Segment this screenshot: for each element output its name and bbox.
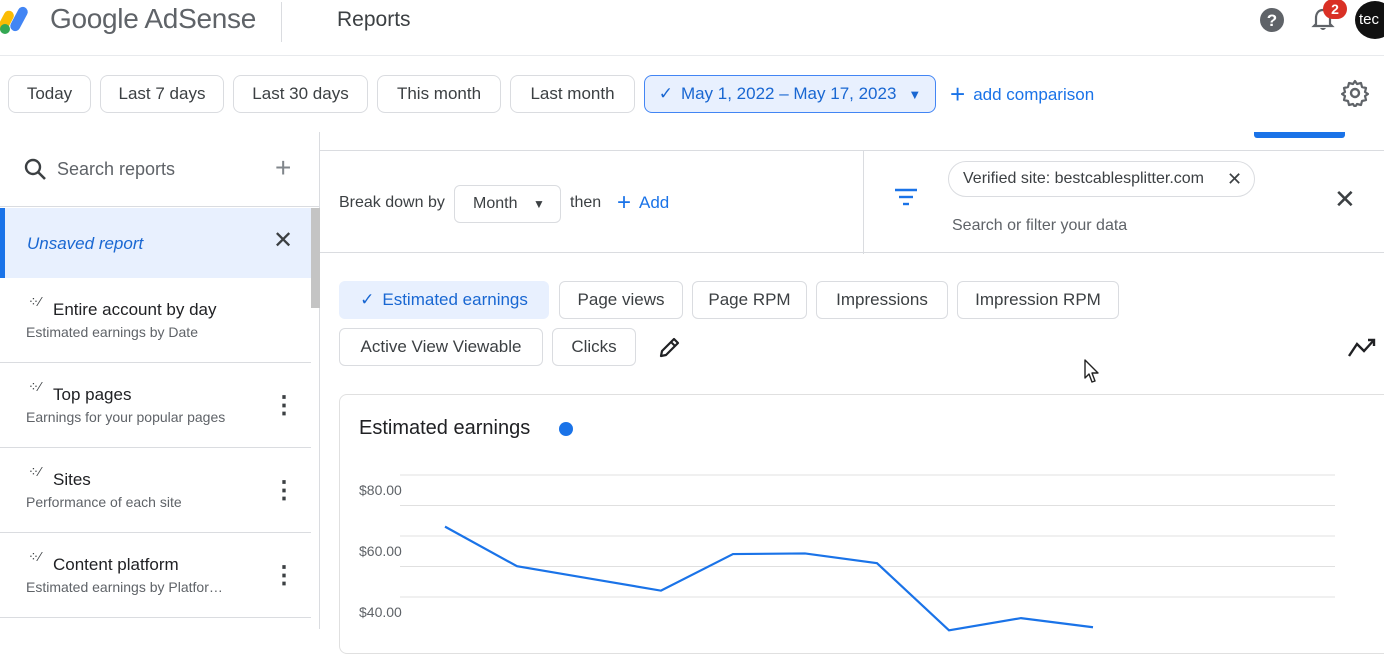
breakdown-filter-toolbar: Break down by Month ▼ then + Add Verified…: [320, 150, 1384, 253]
report-item-top-pages[interactable]: ⁘⁄ Top pages Earnings for your popular p…: [0, 363, 311, 448]
mouse-cursor-icon: [1083, 359, 1101, 385]
metric-chip-page-views[interactable]: Page views: [559, 281, 683, 319]
toolbar-divider: [863, 151, 864, 254]
chevron-down-icon: ▼: [533, 186, 545, 222]
chart-type-trend-icon[interactable]: [1348, 336, 1376, 358]
more-vert-icon[interactable]: ⋮: [272, 478, 292, 504]
date-chip-last-7-days[interactable]: Last 7 days: [100, 75, 224, 113]
date-chip-last-month[interactable]: Last month: [510, 75, 635, 113]
unsaved-report-item[interactable]: Unsaved report ✕: [0, 208, 311, 278]
plus-icon: +: [617, 189, 631, 216]
add-comparison-button[interactable]: + add comparison: [950, 75, 1094, 113]
report-title: Content platform: [53, 555, 179, 575]
then-label: then: [570, 194, 601, 212]
remove-filter-close-icon[interactable]: ✕: [1227, 162, 1242, 196]
plus-icon: +: [950, 79, 965, 109]
close-filter-panel-icon[interactable]: ✕: [1334, 186, 1356, 212]
filter-chip-verified-site[interactable]: Verified site: bestcablesplitter.com ✕: [948, 161, 1255, 197]
report-search[interactable]: Search reports +: [0, 132, 320, 207]
search-icon: [24, 158, 46, 180]
top-bar: Google AdSense Reports ? 2 tec: [0, 0, 1384, 56]
check-icon: ✓: [360, 290, 374, 309]
report-subtitle: Earnings for your popular pages: [26, 409, 225, 425]
y-tick-label: $60.00: [359, 543, 402, 559]
date-chip-this-month[interactable]: This month: [377, 75, 501, 113]
add-breakdown-label: Add: [639, 193, 669, 212]
filter-chip-label: Verified site: bestcablesplitter.com: [963, 170, 1204, 187]
more-vert-icon[interactable]: ⋮: [272, 393, 292, 419]
notification-badge: 2: [1323, 0, 1347, 19]
report-subtitle: Estimated earnings by Platfor…: [26, 579, 223, 595]
y-tick-label: $40.00: [359, 604, 402, 620]
sidebar-scrollbar[interactable]: [311, 208, 320, 308]
sparkle-trend-icon: ⁘⁄: [28, 464, 41, 480]
chevron-down-icon: ▼: [908, 77, 921, 113]
page-title: Reports: [337, 8, 411, 32]
metric-label: Estimated earnings: [382, 290, 528, 309]
filter-icon[interactable]: [894, 187, 918, 207]
more-vert-icon[interactable]: ⋮: [272, 563, 292, 589]
metric-chip-impressions[interactable]: Impressions: [816, 281, 948, 319]
sparkle-trend-icon: ⁘⁄: [28, 294, 41, 310]
report-subtitle: Performance of each site: [26, 494, 182, 510]
breakdown-label: Break down by: [339, 194, 445, 212]
unsaved-report-label: Unsaved report: [27, 234, 143, 254]
breakdown-select[interactable]: Month ▼: [454, 185, 561, 223]
sparkle-trend-icon: ⁘⁄: [28, 549, 41, 565]
report-item-sites[interactable]: ⁘⁄ Sites Performance of each site ⋮: [0, 448, 311, 533]
active-tab-indicator: [1254, 132, 1345, 138]
adsense-logo-icon[interactable]: [0, 4, 40, 34]
help-icon[interactable]: ?: [1259, 7, 1285, 33]
date-range-selector[interactable]: ✓ May 1, 2022 – May 17, 2023 ▼: [644, 75, 936, 113]
report-title: Top pages: [53, 385, 131, 405]
breakdown-value: Month: [473, 195, 517, 212]
report-item-content-platform[interactable]: ⁘⁄ Content platform Estimated earnings b…: [0, 533, 311, 618]
report-title: Sites: [53, 470, 91, 490]
svg-text:?: ?: [1267, 11, 1277, 30]
date-range-bar: Today Last 7 days Last 30 days This mont…: [0, 56, 1384, 132]
settings-gear-icon[interactable]: [1341, 79, 1369, 107]
earnings-line-chart: $80.00 $60.00 $40.00: [340, 395, 1384, 635]
report-item-entire-account[interactable]: ⁘⁄ Entire account by day Estimated earni…: [0, 278, 311, 363]
reports-sidebar: Search reports + Unsaved report ✕ ⁘⁄ Ent…: [0, 132, 320, 629]
estimated-earnings-chart-card: Estimated earnings $80.00$60.00$40.00: [339, 394, 1384, 654]
y-tick-label: $80.00: [359, 482, 402, 498]
add-comparison-label: add comparison: [973, 85, 1094, 104]
edit-pencil-icon[interactable]: [658, 335, 682, 359]
new-report-plus-icon[interactable]: +: [275, 154, 291, 182]
avatar[interactable]: tec: [1355, 1, 1384, 39]
filter-search-input[interactable]: Search or filter your data: [952, 217, 1127, 235]
sparkle-trend-icon: ⁘⁄: [28, 379, 41, 395]
date-chip-last-30-days[interactable]: Last 30 days: [233, 75, 368, 113]
metric-chip-active-view-viewable[interactable]: Active View Viewable: [339, 328, 543, 366]
report-main: Break down by Month ▼ then + Add Verified…: [320, 132, 1384, 629]
header-divider: [281, 2, 282, 42]
close-icon[interactable]: ✕: [273, 226, 293, 255]
metric-chip-clicks[interactable]: Clicks: [552, 328, 636, 366]
date-chip-today[interactable]: Today: [8, 75, 91, 113]
date-range-value: May 1, 2022 – May 17, 2023: [681, 84, 896, 103]
add-breakdown-button[interactable]: + Add: [617, 189, 669, 217]
search-input[interactable]: Search reports: [57, 159, 175, 180]
brand-name: Google AdSense: [50, 3, 256, 35]
metric-chip-estimated-earnings[interactable]: ✓ Estimated earnings: [339, 281, 549, 319]
report-title: Entire account by day: [53, 300, 216, 320]
metric-chip-impression-rpm[interactable]: Impression RPM: [957, 281, 1119, 319]
report-subtitle: Estimated earnings by Date: [26, 324, 198, 340]
earnings-series-line: [445, 527, 1093, 631]
metric-chip-page-rpm[interactable]: Page RPM: [692, 281, 807, 319]
check-icon: ✓: [659, 76, 673, 112]
